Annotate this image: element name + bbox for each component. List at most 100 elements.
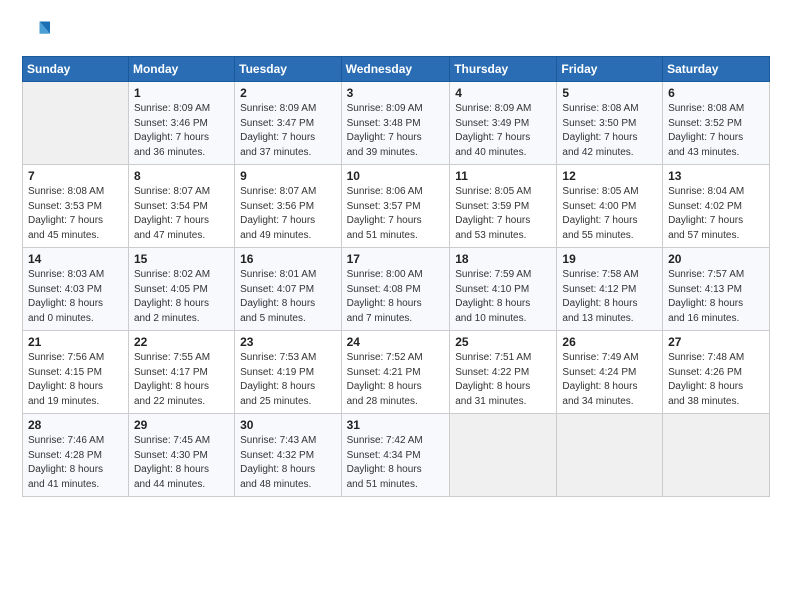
day-number: 14 xyxy=(28,252,123,266)
calendar-day-cell: 9 Sunrise: 8:07 AM Sunset: 3:56 PM Daylig… xyxy=(235,165,341,248)
day-number: 25 xyxy=(455,335,551,349)
day-number: 22 xyxy=(134,335,229,349)
calendar-day-cell: 8 Sunrise: 8:07 AM Sunset: 3:54 PM Daylig… xyxy=(128,165,234,248)
day-info: Sunrise: 8:09 AM Sunset: 3:46 PM Dayligh… xyxy=(134,102,229,160)
day-number: 5 xyxy=(562,86,657,100)
calendar-day-cell: 23 Sunrise: 7:53 AM Sunset: 4:19 PM Dayli… xyxy=(235,331,341,414)
calendar-day-cell: 26 Sunrise: 7:49 AM Sunset: 4:24 PM Dayli… xyxy=(557,331,663,414)
logo xyxy=(22,18,54,46)
day-number: 19 xyxy=(562,252,657,266)
calendar-day-cell: 14 Sunrise: 8:03 AM Sunset: 4:03 PM Dayli… xyxy=(23,248,129,331)
day-info: Sunrise: 7:57 AM Sunset: 4:13 PM Dayligh… xyxy=(668,268,764,326)
day-number: 27 xyxy=(668,335,764,349)
day-number: 17 xyxy=(347,252,445,266)
day-number: 28 xyxy=(28,418,123,432)
calendar-week-row: 21 Sunrise: 7:56 AM Sunset: 4:15 PM Dayli… xyxy=(23,331,770,414)
calendar-day-cell: 4Sunrise: 8:09 AM Sunset: 3:49 PM Daylig… xyxy=(450,82,557,165)
weekday-header-cell: Thursday xyxy=(450,57,557,82)
day-info: Sunrise: 7:53 AM Sunset: 4:19 PM Dayligh… xyxy=(240,351,335,409)
calendar-body: 1 Sunrise: 8:09 AM Sunset: 3:46 PM Daylig… xyxy=(23,82,770,497)
day-info: Sunrise: 7:42 AM Sunset: 4:34 PM Dayligh… xyxy=(347,434,445,492)
day-info: Sunrise: 8:08 AM Sunset: 3:50 PM Dayligh… xyxy=(562,102,657,160)
weekday-header-cell: Saturday xyxy=(663,57,770,82)
calendar-day-cell: 20 Sunrise: 7:57 AM Sunset: 4:13 PM Dayli… xyxy=(663,248,770,331)
page-container: SundayMondayTuesdayWednesdayThursdayFrid… xyxy=(0,0,792,509)
day-number: 26 xyxy=(562,335,657,349)
day-info: Sunrise: 8:08 AM Sunset: 3:52 PM Dayligh… xyxy=(668,102,764,160)
day-info: Sunrise: 8:07 AM Sunset: 3:54 PM Dayligh… xyxy=(134,185,229,243)
calendar-day-cell: 16Sunrise: 8:01 AM Sunset: 4:07 PM Dayli… xyxy=(235,248,341,331)
calendar-day-cell: 10 Sunrise: 8:06 AM Sunset: 3:57 PM Dayli… xyxy=(341,165,450,248)
day-number: 2 xyxy=(240,86,335,100)
day-number: 23 xyxy=(240,335,335,349)
weekday-header-cell: Monday xyxy=(128,57,234,82)
calendar-day-cell: 29 Sunrise: 7:45 AM Sunset: 4:30 PM Dayli… xyxy=(128,414,234,497)
calendar-day-cell: 15Sunrise: 8:02 AM Sunset: 4:05 PM Dayli… xyxy=(128,248,234,331)
calendar-day-cell xyxy=(663,414,770,497)
day-info: Sunrise: 8:09 AM Sunset: 3:48 PM Dayligh… xyxy=(347,102,445,160)
day-info: Sunrise: 8:03 AM Sunset: 4:03 PM Dayligh… xyxy=(28,268,123,326)
day-number: 11 xyxy=(455,169,551,183)
calendar-week-row: 28 Sunrise: 7:46 AM Sunset: 4:28 PM Dayli… xyxy=(23,414,770,497)
logo-icon xyxy=(22,18,50,46)
calendar-day-cell: 3Sunrise: 8:09 AM Sunset: 3:48 PM Daylig… xyxy=(341,82,450,165)
header xyxy=(22,18,770,46)
calendar-day-cell: 2 Sunrise: 8:09 AM Sunset: 3:47 PM Daylig… xyxy=(235,82,341,165)
day-info: Sunrise: 8:07 AM Sunset: 3:56 PM Dayligh… xyxy=(240,185,335,243)
calendar-day-cell: 12 Sunrise: 8:05 AM Sunset: 4:00 PM Dayli… xyxy=(557,165,663,248)
day-info: Sunrise: 7:56 AM Sunset: 4:15 PM Dayligh… xyxy=(28,351,123,409)
day-number: 12 xyxy=(562,169,657,183)
calendar-day-cell: 13Sunrise: 8:04 AM Sunset: 4:02 PM Dayli… xyxy=(663,165,770,248)
day-number: 24 xyxy=(347,335,445,349)
day-info: Sunrise: 7:45 AM Sunset: 4:30 PM Dayligh… xyxy=(134,434,229,492)
day-info: Sunrise: 7:49 AM Sunset: 4:24 PM Dayligh… xyxy=(562,351,657,409)
calendar-week-row: 7Sunrise: 8:08 AM Sunset: 3:53 PM Daylig… xyxy=(23,165,770,248)
calendar-day-cell: 21 Sunrise: 7:56 AM Sunset: 4:15 PM Dayli… xyxy=(23,331,129,414)
calendar-day-cell: 18Sunrise: 7:59 AM Sunset: 4:10 PM Dayli… xyxy=(450,248,557,331)
calendar-day-cell: 31 Sunrise: 7:42 AM Sunset: 4:34 PM Dayli… xyxy=(341,414,450,497)
day-number: 31 xyxy=(347,418,445,432)
day-number: 6 xyxy=(668,86,764,100)
day-number: 30 xyxy=(240,418,335,432)
calendar-day-cell: 5 Sunrise: 8:08 AM Sunset: 3:50 PM Daylig… xyxy=(557,82,663,165)
calendar-day-cell: 25 Sunrise: 7:51 AM Sunset: 4:22 PM Dayli… xyxy=(450,331,557,414)
day-info: Sunrise: 7:52 AM Sunset: 4:21 PM Dayligh… xyxy=(347,351,445,409)
calendar-day-cell xyxy=(23,82,129,165)
calendar-day-cell: 27Sunrise: 7:48 AM Sunset: 4:26 PM Dayli… xyxy=(663,331,770,414)
calendar-week-row: 14 Sunrise: 8:03 AM Sunset: 4:03 PM Dayli… xyxy=(23,248,770,331)
calendar-table: SundayMondayTuesdayWednesdayThursdayFrid… xyxy=(22,56,770,497)
weekday-header-cell: Wednesday xyxy=(341,57,450,82)
day-info: Sunrise: 8:09 AM Sunset: 3:47 PM Dayligh… xyxy=(240,102,335,160)
day-number: 20 xyxy=(668,252,764,266)
day-info: Sunrise: 8:04 AM Sunset: 4:02 PM Dayligh… xyxy=(668,185,764,243)
day-info: Sunrise: 8:01 AM Sunset: 4:07 PM Dayligh… xyxy=(240,268,335,326)
weekday-header-cell: Sunday xyxy=(23,57,129,82)
day-info: Sunrise: 8:06 AM Sunset: 3:57 PM Dayligh… xyxy=(347,185,445,243)
calendar-day-cell xyxy=(557,414,663,497)
day-info: Sunrise: 7:51 AM Sunset: 4:22 PM Dayligh… xyxy=(455,351,551,409)
day-number: 10 xyxy=(347,169,445,183)
day-info: Sunrise: 8:05 AM Sunset: 4:00 PM Dayligh… xyxy=(562,185,657,243)
day-number: 29 xyxy=(134,418,229,432)
day-number: 1 xyxy=(134,86,229,100)
day-info: Sunrise: 7:46 AM Sunset: 4:28 PM Dayligh… xyxy=(28,434,123,492)
calendar-week-row: 1 Sunrise: 8:09 AM Sunset: 3:46 PM Daylig… xyxy=(23,82,770,165)
day-info: Sunrise: 7:58 AM Sunset: 4:12 PM Dayligh… xyxy=(562,268,657,326)
calendar-day-cell: 1 Sunrise: 8:09 AM Sunset: 3:46 PM Daylig… xyxy=(128,82,234,165)
calendar-day-cell: 24 Sunrise: 7:52 AM Sunset: 4:21 PM Dayli… xyxy=(341,331,450,414)
day-number: 8 xyxy=(134,169,229,183)
day-info: Sunrise: 8:00 AM Sunset: 4:08 PM Dayligh… xyxy=(347,268,445,326)
day-info: Sunrise: 7:55 AM Sunset: 4:17 PM Dayligh… xyxy=(134,351,229,409)
day-number: 15 xyxy=(134,252,229,266)
day-info: Sunrise: 8:05 AM Sunset: 3:59 PM Dayligh… xyxy=(455,185,551,243)
day-number: 9 xyxy=(240,169,335,183)
calendar-day-cell: 30Sunrise: 7:43 AM Sunset: 4:32 PM Dayli… xyxy=(235,414,341,497)
calendar-day-cell: 11 Sunrise: 8:05 AM Sunset: 3:59 PM Dayli… xyxy=(450,165,557,248)
day-info: Sunrise: 7:59 AM Sunset: 4:10 PM Dayligh… xyxy=(455,268,551,326)
weekday-header-row: SundayMondayTuesdayWednesdayThursdayFrid… xyxy=(23,57,770,82)
day-info: Sunrise: 8:08 AM Sunset: 3:53 PM Dayligh… xyxy=(28,185,123,243)
calendar-day-cell: 17 Sunrise: 8:00 AM Sunset: 4:08 PM Dayli… xyxy=(341,248,450,331)
day-info: Sunrise: 8:09 AM Sunset: 3:49 PM Dayligh… xyxy=(455,102,551,160)
calendar-day-cell: 22 Sunrise: 7:55 AM Sunset: 4:17 PM Dayli… xyxy=(128,331,234,414)
day-number: 21 xyxy=(28,335,123,349)
